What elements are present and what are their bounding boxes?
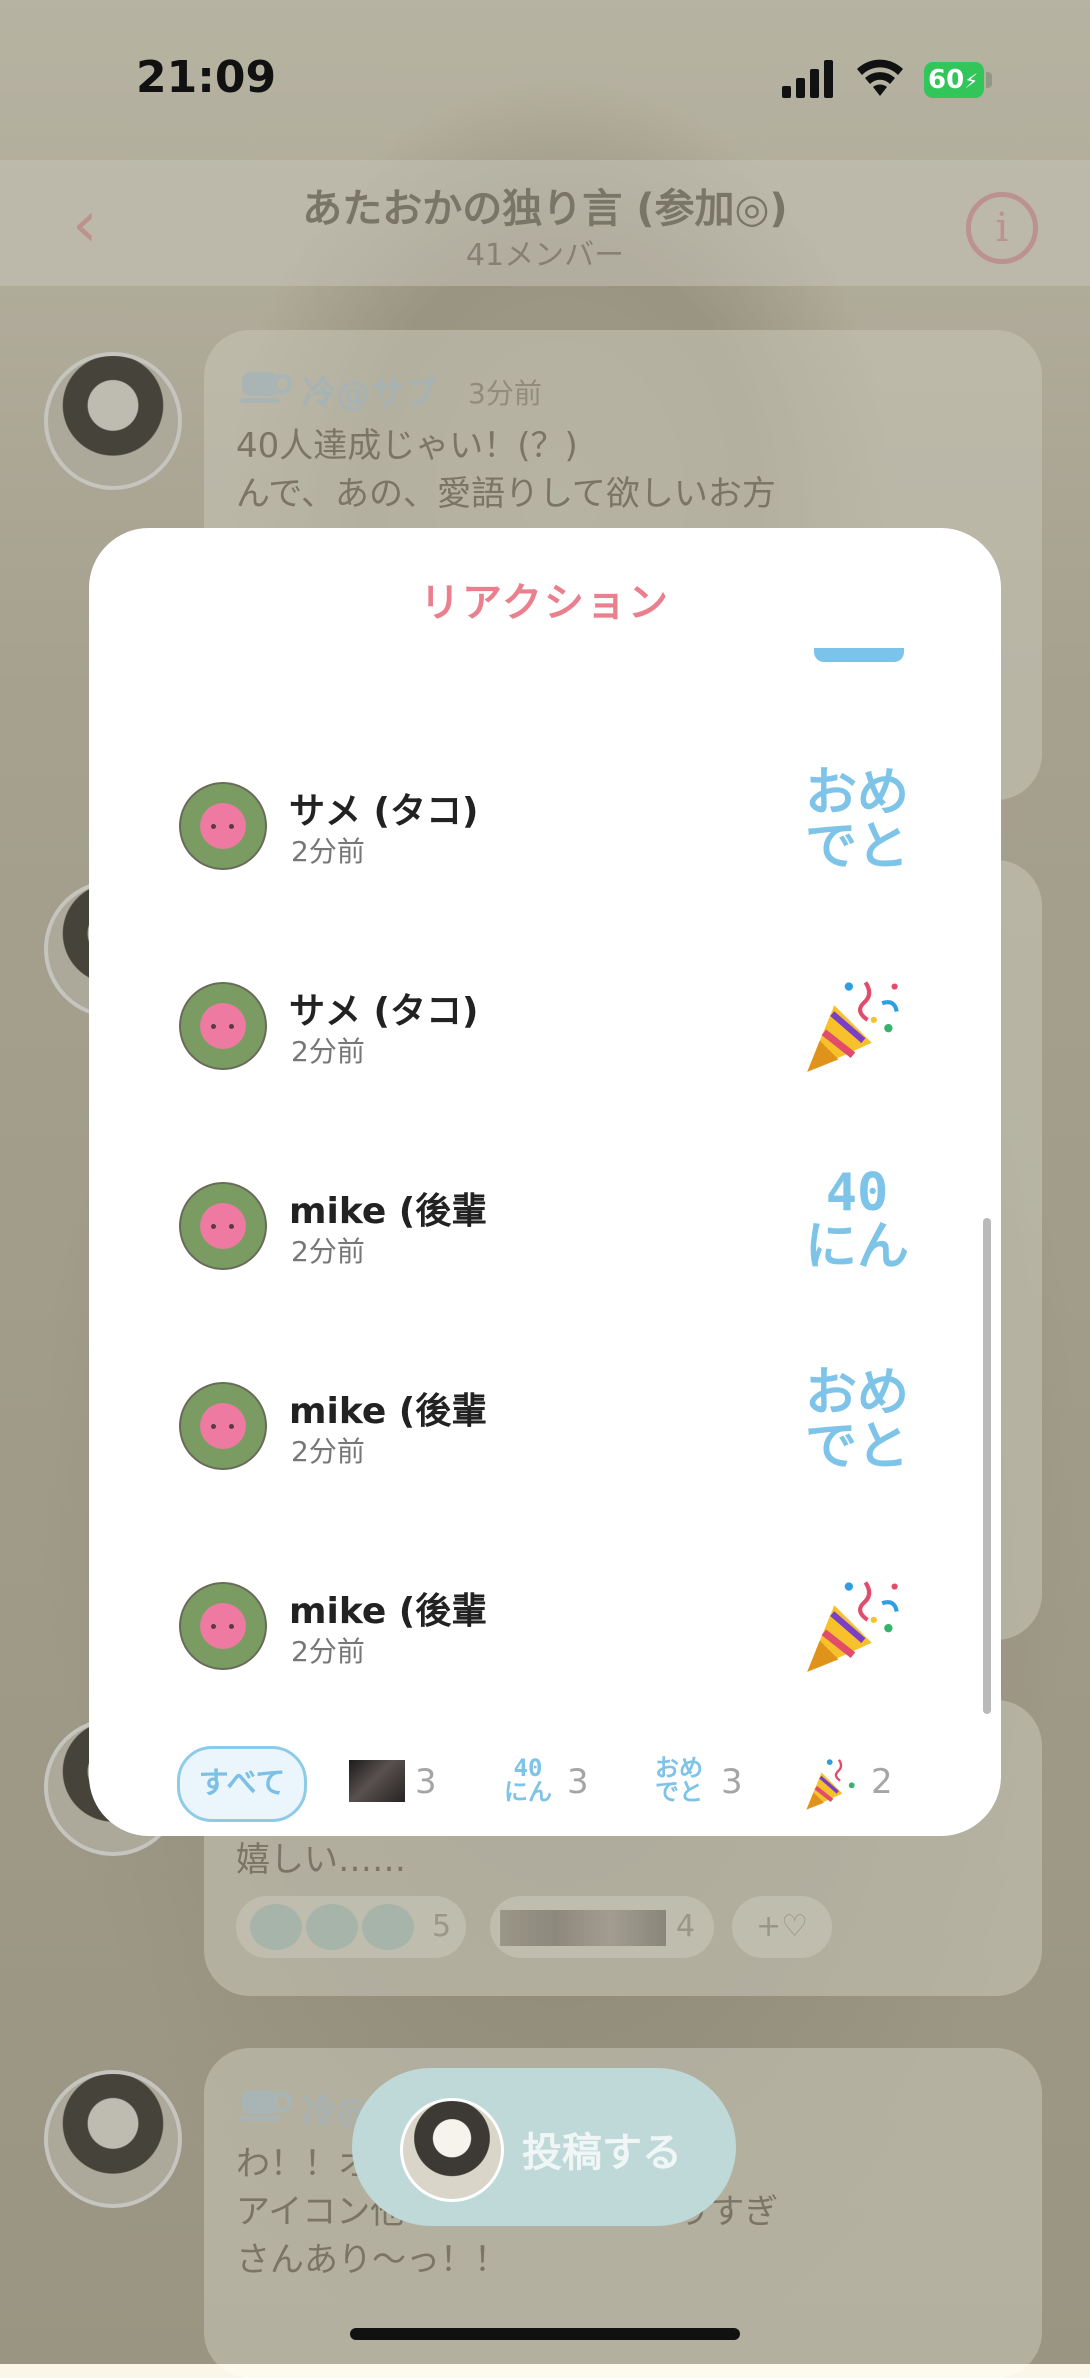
list-item[interactable]: mike (後輩 2分前 40 にん (89, 1138, 1001, 1328)
reaction-time: 2分前 (291, 1235, 365, 1268)
reactor-name: mike (後輩 (289, 1391, 488, 1432)
forty-nin-stamp: 40 にん (805, 1163, 910, 1277)
avatar (179, 982, 267, 1070)
reaction-filter-bar: すべて 3 40 にん 3 おめ でと 3 2 (89, 1738, 1001, 1836)
party-popper-icon (807, 981, 899, 1072)
avatar (179, 1382, 267, 1470)
avatar (400, 2098, 504, 2202)
reactor-name: mike (後輩 (289, 1191, 488, 1232)
party-popper-icon (807, 1581, 899, 1672)
wifi-icon (857, 59, 903, 96)
reaction-time: 2分前 (291, 1635, 365, 1668)
battery-tip (986, 72, 992, 88)
filter-party-tab[interactable]: 2 (803, 1748, 913, 1814)
filter-all-tab[interactable]: すべて (177, 1746, 307, 1822)
avatar (179, 1182, 267, 1270)
photo-thumbnail (349, 1760, 405, 1802)
reaction-time: 2分前 (291, 1435, 365, 1468)
party-popper-icon (806, 1759, 855, 1810)
filter-count: 3 (567, 1762, 589, 1802)
stamp-partial (814, 648, 904, 662)
clock: 21:09 (136, 52, 277, 103)
signal-icon (782, 60, 833, 98)
list-item[interactable]: サメ (タコ) 2分前 おめ でと (89, 738, 1001, 928)
home-indicator (350, 2328, 740, 2340)
omedeto-stamp: おめ でと (655, 1754, 703, 1806)
filter-omedeto-tab[interactable]: おめ でと 3 (651, 1748, 761, 1814)
filter-count: 2 (871, 1762, 893, 1802)
scrollbar[interactable] (983, 1218, 991, 1714)
list-item[interactable]: mike (後輩 2分前 (89, 1538, 1001, 1728)
post-button[interactable]: 投稿する (352, 2068, 736, 2226)
filter-photo-tab[interactable]: 3 (349, 1748, 449, 1814)
reaction-time: 2分前 (291, 835, 365, 868)
reactions-sheet: リアクション サメ (タコ) 2分前 おめ でと サメ (タコ) 2分前 mik… (89, 528, 1001, 1836)
avatar (179, 782, 267, 870)
filter-count: 3 (415, 1762, 437, 1802)
filter-forty-tab[interactable]: 40 にん 3 (501, 1748, 611, 1814)
forty-nin-stamp: 40 にん (504, 1754, 552, 1806)
battery-icon: 60⚡ (924, 62, 984, 98)
omedeto-stamp: おめ でと (805, 1363, 910, 1477)
reactor-name: サメ (タコ) (289, 991, 479, 1032)
reaction-time: 2分前 (291, 1035, 365, 1068)
reactor-name: mike (後輩 (289, 1591, 488, 1632)
omedeto-stamp: おめ でと (805, 763, 910, 877)
list-item[interactable]: mike (後輩 2分前 おめ でと (89, 1338, 1001, 1528)
filter-count: 3 (721, 1762, 743, 1802)
post-button-label: 投稿する (522, 2130, 682, 2176)
status-bar: 21:09 60⚡ (0, 0, 1090, 160)
sheet-title: リアクション (420, 580, 670, 626)
list-item[interactable]: サメ (タコ) 2分前 (89, 938, 1001, 1128)
avatar (179, 1582, 267, 1670)
reactor-name: サメ (タコ) (289, 791, 479, 832)
